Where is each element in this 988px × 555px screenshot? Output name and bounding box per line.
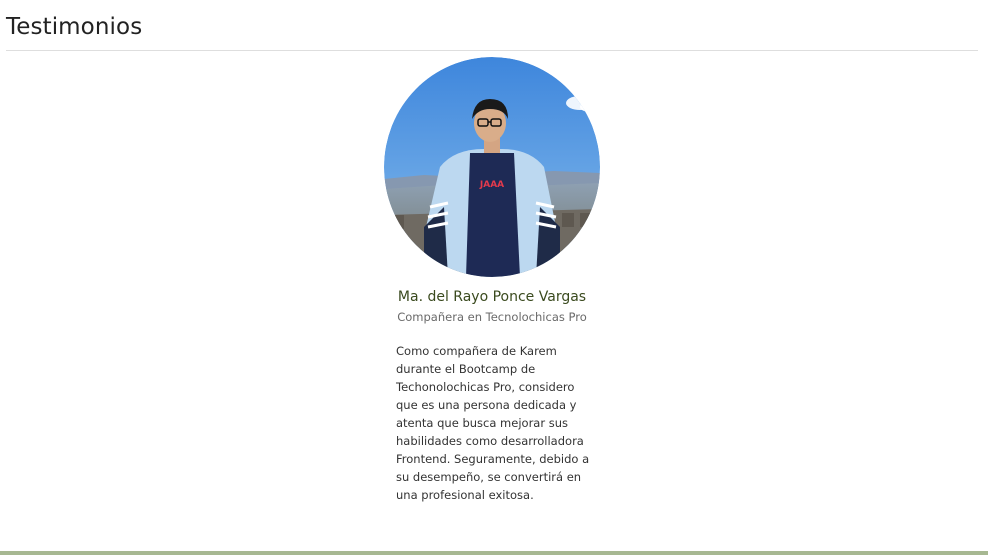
svg-text:JAAA: JAAA xyxy=(479,180,504,190)
section-title: Testimonios xyxy=(6,14,143,40)
testimonial-name: Ma. del Rayo Ponce Vargas xyxy=(397,289,587,305)
avatar: JAAA xyxy=(384,57,600,277)
title-divider xyxy=(6,50,978,51)
footer-bar xyxy=(0,551,988,555)
testimonial-quote: Como compañera de Karem durante el Bootc… xyxy=(396,344,590,502)
testimonial-card: JAAA xyxy=(384,57,600,277)
testimonial-role: Compañera en Tecnolochicas Pro xyxy=(397,310,587,324)
